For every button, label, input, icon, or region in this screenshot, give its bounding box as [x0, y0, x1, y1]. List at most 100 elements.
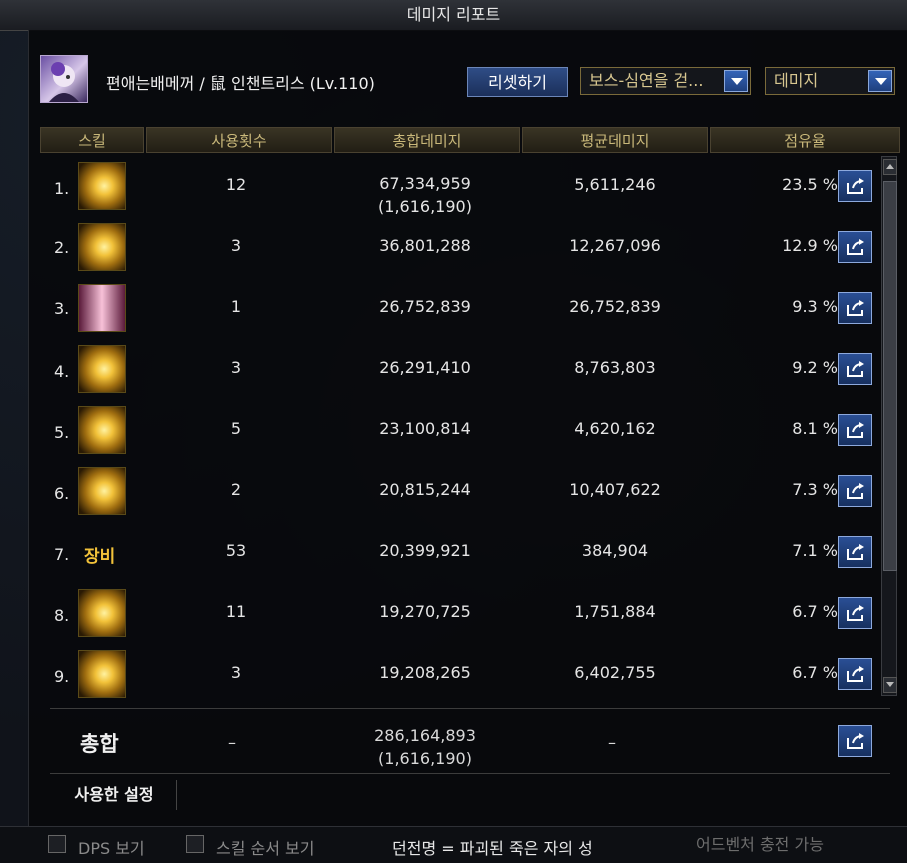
table-row: 4. 3 26,291,410 8,763,803 9.2 % — [40, 345, 880, 406]
export-icon — [847, 605, 864, 621]
mode-select[interactable]: 데미지 — [765, 67, 895, 95]
use-count: 53 — [225, 541, 247, 560]
use-count: 3 — [230, 236, 242, 255]
use-count: 11 — [225, 602, 247, 621]
golden-doll-skill-icon — [78, 650, 126, 698]
export-icon — [847, 666, 864, 682]
total-damage-sum-sub: (1,616,190) — [378, 749, 472, 768]
export-icon — [847, 483, 864, 499]
golden-burst-skill-icon — [78, 223, 126, 271]
total-damage: 20,815,244 — [379, 480, 471, 499]
table-scrollbar[interactable] — [881, 156, 897, 696]
total-damage-value: 67,334,959 — [379, 174, 471, 193]
total-damage: 67,334,959 (1,616,190) — [340, 172, 510, 218]
settings-divider — [50, 773, 890, 774]
table-row: 7. 장비 53 20,399,921 384,904 7.1 % — [40, 528, 880, 589]
use-count: 12 — [225, 175, 247, 194]
share-button[interactable] — [838, 292, 872, 324]
share-percent: 8.1 % — [792, 419, 838, 438]
column-header-count: 사용횟수 — [146, 127, 332, 153]
scrollbar-thumb[interactable] — [883, 181, 897, 571]
total-damage-sub: (1,616,190) — [378, 197, 472, 216]
total-damage: 26,291,410 — [379, 358, 471, 377]
average-damage: 8,763,803 — [574, 358, 656, 377]
column-header-share: 점유율 — [710, 127, 900, 153]
share-button[interactable] — [838, 597, 872, 629]
row-index: 6. — [54, 484, 70, 503]
mode-select-value: 데미지 — [774, 71, 819, 90]
column-header-average-damage: 평균데미지 — [522, 127, 708, 153]
used-settings-tab[interactable]: 사용한 설정 — [52, 780, 177, 810]
row-index: 3. — [54, 299, 70, 318]
share-percent: 7.1 % — [792, 541, 838, 560]
share-button[interactable] — [838, 231, 872, 263]
average-damage: 12,267,096 — [569, 236, 661, 255]
window-title: 데미지 리포트 — [0, 0, 907, 31]
average-damage: 5,611,246 — [574, 175, 656, 194]
background-status-text: 어드벤처 충전 가능 — [696, 835, 824, 854]
character-avatar — [40, 55, 88, 103]
total-damage: 23,100,814 — [379, 419, 471, 438]
use-count: 3 — [230, 358, 242, 377]
use-count: 1 — [230, 297, 242, 316]
average-damage: 26,752,839 — [569, 297, 661, 316]
row-index: 8. — [54, 606, 70, 625]
share-percent: 6.7 % — [792, 663, 838, 682]
use-count: 5 — [230, 419, 242, 438]
footer-bar: DPS 보기 스킬 순서 보기 던전명 = 파괴된 죽은 자의 성 어드벤처 충… — [0, 826, 907, 863]
share-percent: 9.2 % — [792, 358, 838, 377]
total-count: – — [228, 733, 236, 752]
share-percent: 12.9 % — [782, 236, 838, 255]
explosion-skill-icon — [78, 406, 126, 454]
total-damage-sum-value: 286,164,893 — [374, 726, 476, 745]
total-share-button[interactable] — [838, 725, 872, 757]
chevron-down-icon[interactable] — [724, 70, 748, 92]
total-damage: 20,399,921 — [379, 541, 471, 560]
column-header-total-damage: 총합데미지 — [334, 127, 520, 153]
golden-horn-skill-icon — [78, 162, 126, 210]
total-divider — [50, 708, 890, 709]
skill-order-checkbox[interactable] — [186, 835, 204, 853]
row-index: 1. — [54, 179, 70, 198]
share-button[interactable] — [838, 536, 872, 568]
share-percent: 6.7 % — [792, 602, 838, 621]
total-average: – — [608, 733, 616, 752]
average-damage: 1,751,884 — [574, 602, 656, 621]
target-select[interactable]: 보스-심연을 걷... — [580, 67, 751, 95]
table-row: 8. 11 19,270,725 1,751,884 6.7 % — [40, 589, 880, 650]
total-damage: 19,208,265 — [379, 663, 471, 682]
average-damage: 6,402,755 — [574, 663, 656, 682]
share-button[interactable] — [838, 475, 872, 507]
share-percent: 7.3 % — [792, 480, 838, 499]
scroll-up-icon[interactable] — [883, 159, 897, 175]
use-count: 2 — [230, 480, 242, 499]
column-header-skill: 스킬 — [40, 127, 144, 153]
export-icon — [847, 544, 864, 560]
target-select-value: 보스-심연을 걷... — [589, 71, 704, 90]
share-button[interactable] — [838, 353, 872, 385]
use-count: 3 — [230, 663, 242, 682]
average-damage: 384,904 — [581, 541, 649, 560]
row-index: 7. — [54, 545, 70, 564]
scroll-down-icon[interactable] — [883, 677, 897, 693]
dps-view-checkbox[interactable] — [48, 835, 66, 853]
share-button[interactable] — [838, 658, 872, 690]
total-label: 총합 — [80, 732, 119, 756]
reset-button[interactable]: 리셋하기 — [467, 67, 568, 97]
table-row: 5. 5 23,100,814 4,620,162 8.1 % — [40, 406, 880, 467]
average-damage: 4,620,162 — [574, 419, 656, 438]
total-damage: 26,752,839 — [379, 297, 471, 316]
skill-order-label: 스킬 순서 보기 — [216, 839, 315, 858]
chevron-down-icon[interactable] — [868, 70, 892, 92]
character-name: 편애는배메꺼 / 鼠 인챈트리스 (Lv.110) — [106, 74, 375, 93]
total-damage-sum: 286,164,893 (1,616,190) — [340, 724, 510, 770]
table-row: 3. 1 26,752,839 26,752,839 9.3 % — [40, 284, 880, 345]
export-icon — [847, 733, 864, 749]
share-percent: 9.3 % — [792, 297, 838, 316]
dungeon-name: 던전명 = 파괴된 죽은 자의 성 — [392, 839, 593, 858]
share-button[interactable] — [838, 414, 872, 446]
table-row: 6. 2 20,815,244 10,407,622 7.3 % — [40, 467, 880, 528]
row-index: 5. — [54, 423, 70, 442]
row-index: 9. — [54, 667, 70, 686]
share-button[interactable] — [838, 170, 872, 202]
